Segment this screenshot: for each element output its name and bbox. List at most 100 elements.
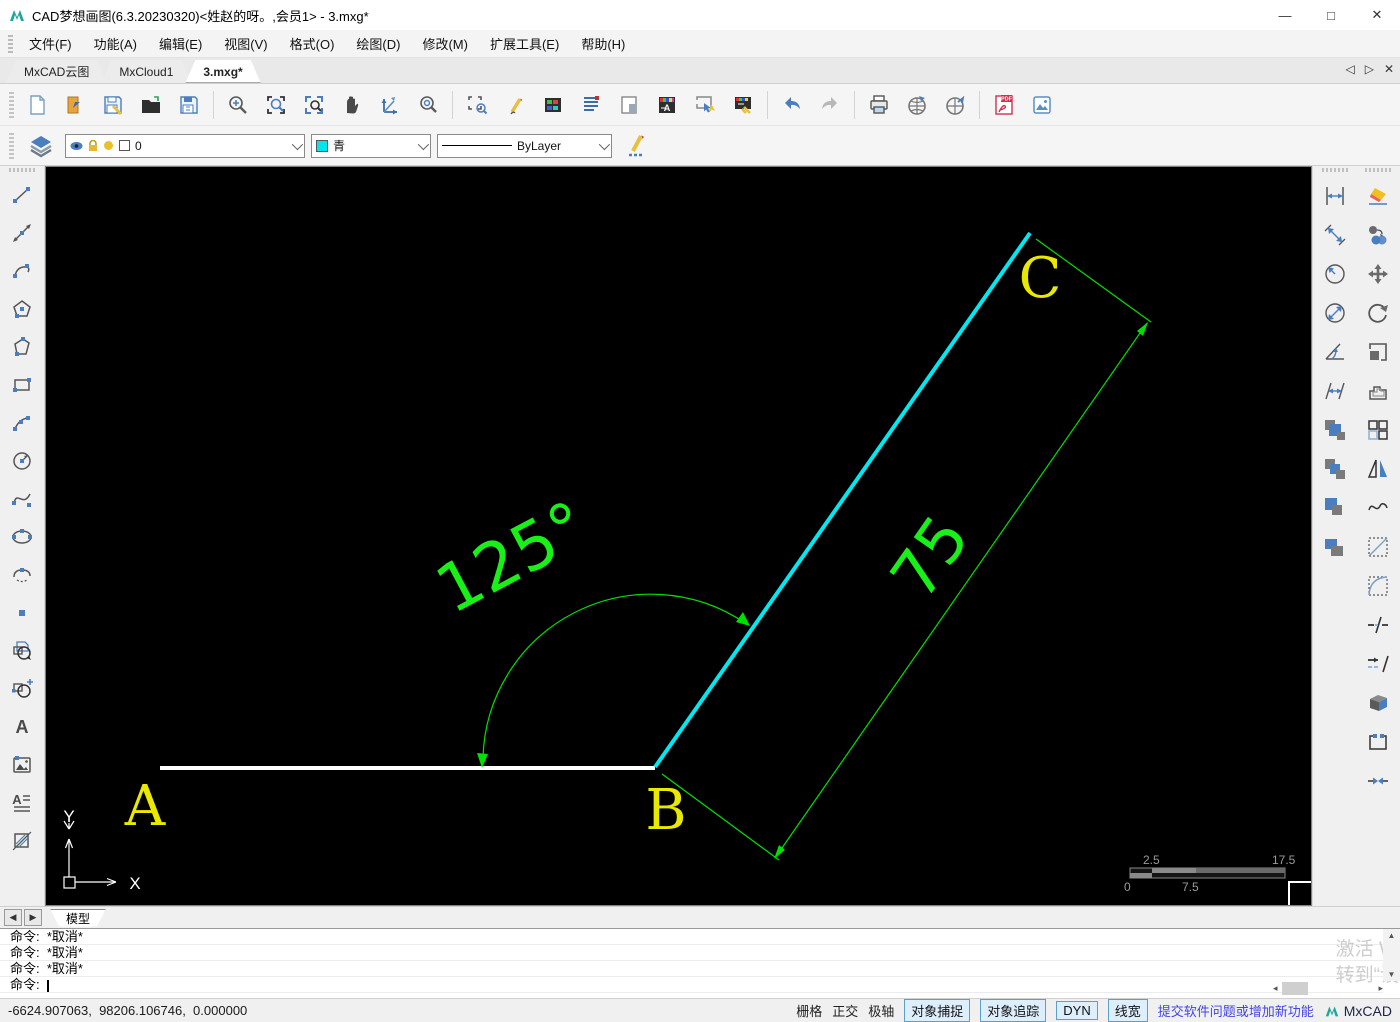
dim-linear-button[interactable] — [1318, 179, 1352, 213]
color-dropdown[interactable]: 青 — [311, 134, 431, 158]
page-setup-button[interactable] — [611, 87, 647, 123]
command-horizontal-scrollbar[interactable]: ◂▸ — [1273, 981, 1383, 996]
single-text-button[interactable]: A — [5, 710, 39, 744]
ucs-axes-button[interactable] — [372, 87, 408, 123]
undo-button[interactable] — [774, 87, 810, 123]
toggle-grid[interactable]: 栅格 — [796, 1001, 822, 1020]
linetype-dropdown[interactable]: ByLayer — [437, 134, 612, 158]
layer-dropdown[interactable]: 0 — [65, 134, 305, 158]
scrollbar-thumb[interactable] — [1282, 982, 1308, 995]
open-button[interactable] — [133, 87, 169, 123]
tab-mxcad-cloud[interactable]: MxCAD云图 — [6, 60, 107, 83]
revision-cloud-button[interactable] — [1361, 491, 1395, 525]
label-c[interactable]: C — [1019, 246, 1062, 311]
menu-draw[interactable]: 绘图(D) — [346, 30, 410, 57]
toggle-dyn[interactable]: DYN — [1056, 1001, 1097, 1020]
redo-button[interactable] — [812, 87, 848, 123]
construction-line-button[interactable] — [5, 216, 39, 250]
multiline-text-button[interactable]: A — [5, 786, 39, 820]
save-as-button[interactable] — [171, 87, 207, 123]
command-line-panel[interactable]: 命令: *取消* 命令: *取消* 命令: *取消* 命令: 激活 W 转到“设… — [0, 928, 1400, 998]
spline-button[interactable] — [5, 482, 39, 516]
color-palette-button[interactable] — [535, 87, 571, 123]
scroll-left-icon[interactable]: ◂ — [1273, 983, 1278, 994]
layout-next-button[interactable]: ▶ — [24, 909, 42, 926]
feedback-link[interactable]: 提交软件问题或增加新功能 — [1158, 1001, 1314, 1020]
arc-3point-button[interactable] — [5, 406, 39, 440]
label-a[interactable]: A — [124, 774, 166, 839]
circle-button[interactable] — [5, 444, 39, 478]
tab-close-icon[interactable]: ✕ — [1384, 62, 1394, 76]
extend-button[interactable] — [1361, 647, 1395, 681]
web-open-button[interactable] — [937, 87, 973, 123]
rotate-button[interactable] — [1361, 296, 1395, 330]
array-copy-2-button[interactable] — [1318, 452, 1352, 486]
angle-dimension[interactable]: 125° — [424, 486, 750, 768]
layer-properties-button[interactable]: A — [649, 87, 685, 123]
hatch-button[interactable] — [5, 824, 39, 858]
join-button[interactable] — [1361, 764, 1395, 798]
explode-button[interactable] — [1361, 686, 1395, 720]
polygon-button[interactable] — [5, 292, 39, 326]
tab-mxcloud1[interactable]: MxCloud1 — [101, 60, 191, 83]
arc-button[interactable] — [5, 254, 39, 288]
toggle-ortho[interactable]: 正交 — [832, 1001, 858, 1020]
save-button[interactable] — [95, 87, 131, 123]
array-copy-3-button[interactable] — [1318, 491, 1352, 525]
toggle-otrack[interactable]: 对象追踪 — [980, 999, 1046, 1022]
layout-prev-button[interactable]: ◀ — [4, 909, 22, 926]
viewport-corner-grip[interactable] — [1289, 882, 1311, 905]
tab-scroll-left-icon[interactable]: ◁ — [1345, 62, 1354, 76]
select-frame-button[interactable] — [459, 87, 495, 123]
image-button[interactable] — [5, 748, 39, 782]
menu-file[interactable]: 文件(F) — [19, 30, 82, 57]
scroll-down-icon[interactable]: ▼ — [1388, 970, 1396, 979]
menu-help[interactable]: 帮助(H) — [571, 30, 635, 57]
command-vertical-scrollbar[interactable]: ▲▼ — [1383, 929, 1400, 981]
array-copy-4-button[interactable] — [1318, 530, 1352, 564]
menu-function[interactable]: 功能(A) — [84, 30, 147, 57]
command-input-line[interactable]: 命令: — [0, 977, 1383, 993]
zoom-extents-button[interactable] — [296, 87, 332, 123]
line-button[interactable] — [5, 178, 39, 212]
insert-image-button[interactable] — [1024, 87, 1060, 123]
toggle-polar[interactable]: 极轴 — [868, 1001, 894, 1020]
web-publish-button[interactable] — [899, 87, 935, 123]
drawing-canvas[interactable]: 125° 75 A B C — [45, 166, 1312, 906]
menu-view[interactable]: 视图(V) — [214, 30, 277, 57]
zoom-window-button[interactable] — [258, 87, 294, 123]
sketch-pencil-button[interactable] — [497, 87, 533, 123]
zoom-in-out-button[interactable] — [220, 87, 256, 123]
dim-distance-button[interactable] — [1318, 374, 1352, 408]
quick-select-button[interactable] — [687, 87, 723, 123]
create-block-button[interactable] — [5, 672, 39, 706]
array-button[interactable] — [1361, 413, 1395, 447]
open-recent-button[interactable] — [57, 87, 93, 123]
erase-button[interactable] — [1361, 179, 1395, 213]
ellipse-arc-button[interactable] — [5, 558, 39, 592]
new-file-button[interactable] — [19, 87, 55, 123]
print-button[interactable] — [861, 87, 897, 123]
chamfer-button[interactable] — [1361, 530, 1395, 564]
move-button[interactable] — [1361, 257, 1395, 291]
trim-button[interactable] — [1361, 608, 1395, 642]
menu-ext-tools[interactable]: 扩展工具(E) — [480, 30, 569, 57]
ellipse-button[interactable] — [5, 520, 39, 554]
label-b[interactable]: B — [645, 778, 686, 843]
edit-pencil-icon[interactable] — [618, 128, 654, 164]
scroll-right-icon[interactable]: ▸ — [1378, 983, 1383, 994]
zoom-center-button[interactable] — [410, 87, 446, 123]
dim-diameter-button[interactable] — [1318, 296, 1352, 330]
toggle-osnap[interactable]: 对象捕捉 — [904, 999, 970, 1022]
toggle-lineweight[interactable]: 线宽 — [1108, 999, 1148, 1022]
text-style-button[interactable] — [573, 87, 609, 123]
line-bc[interactable] — [655, 233, 1030, 767]
offset-button[interactable] — [1361, 374, 1395, 408]
insert-block-button[interactable] — [5, 634, 39, 668]
pan-button[interactable] — [334, 87, 370, 123]
dim-aligned-button[interactable] — [1318, 218, 1352, 252]
dim-angular-button[interactable] — [1318, 335, 1352, 369]
tab-scroll-right-icon[interactable]: ▷ — [1365, 62, 1374, 76]
mirror-button[interactable] — [1361, 452, 1395, 486]
close-button[interactable]: ✕ — [1354, 0, 1400, 30]
